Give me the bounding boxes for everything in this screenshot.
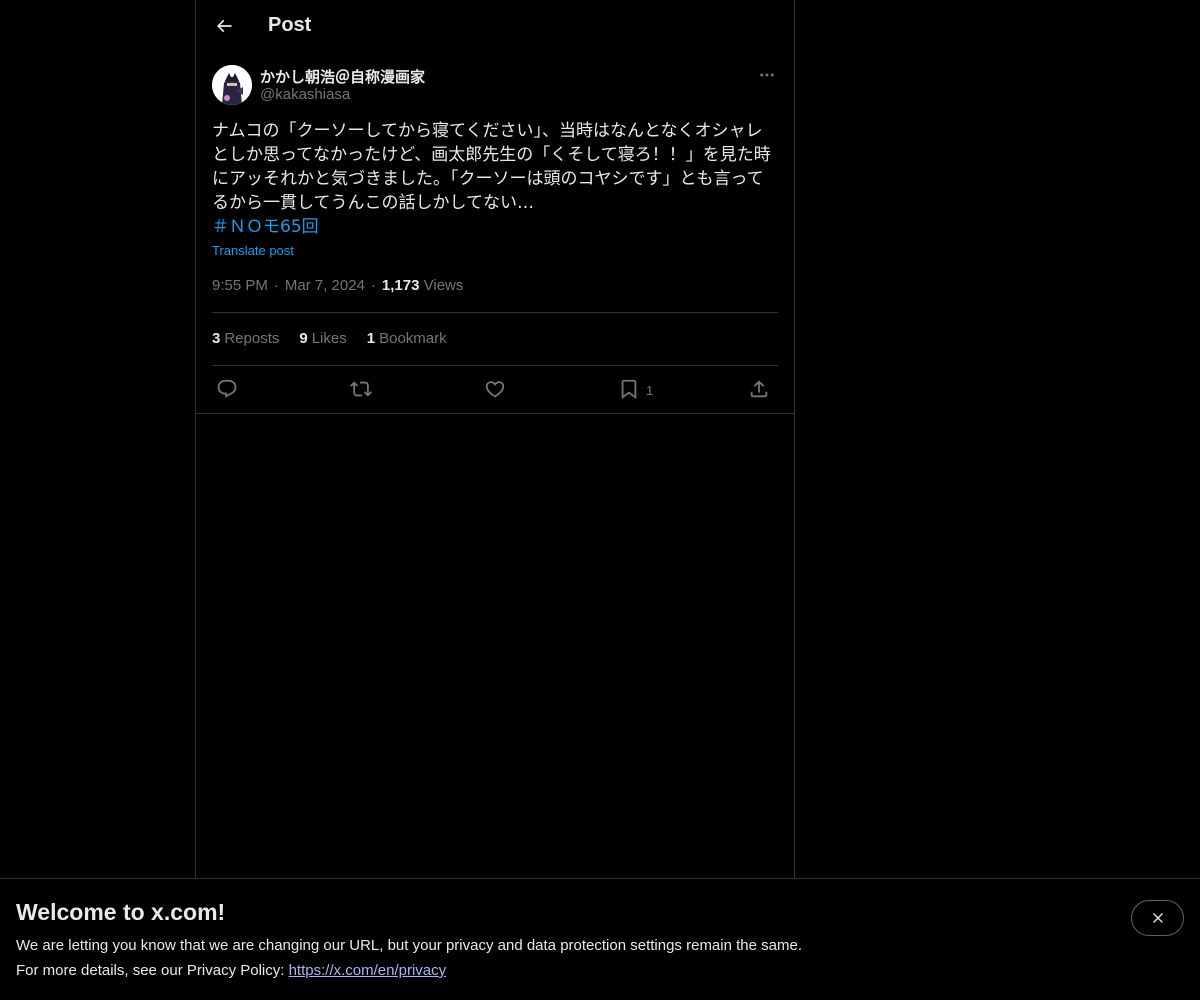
post-text-line: るから一貫してうんこの話しかしてない…	[212, 193, 534, 213]
page-title: Post	[268, 14, 312, 36]
meta-separator: ·	[370, 277, 376, 294]
bookmarks-count: 1	[366, 330, 376, 347]
like-icon	[485, 381, 505, 398]
more-icon	[760, 73, 774, 77]
repost-button[interactable]	[350, 373, 372, 405]
author-handle[interactable]: @kakashiasa	[260, 86, 350, 103]
post-text-line: としか思ってなかったけど、画太郎先生の「くそして寝ろ！！」を見た時	[212, 145, 771, 165]
banner-title: Welcome to x.com!	[16, 899, 226, 925]
bookmarks-stat[interactable]: 1 Bookmark	[367, 330, 447, 347]
bookmark-count: 1	[646, 383, 654, 398]
repost-icon	[350, 381, 372, 397]
likes-stat[interactable]: 9 Likes	[299, 330, 346, 347]
banner-text: We are letting you know that we are chan…	[16, 937, 802, 954]
post-stats: 3 Reposts 9 Likes 1 Bookmark	[212, 330, 447, 347]
privacy-policy-link[interactable]: https://x.com/en/privacy	[289, 962, 447, 979]
author-name[interactable]: かかし朝浩＠自称漫画家	[260, 66, 425, 87]
post-meta: 9:55 PM · Mar 7, 2024 · 1,173 Views	[212, 277, 463, 294]
primary-column: Post かかし朝浩＠自称漫画家 @kakashiasa ナムコの「クーソーして…	[195, 0, 795, 878]
share-icon	[750, 380, 768, 398]
close-banner-button[interactable]	[1131, 900, 1184, 936]
divider	[212, 312, 778, 313]
post-time[interactable]: 9:55 PM	[212, 277, 268, 294]
banner-privacy-text: For more details, see our Privacy Policy…	[16, 962, 446, 979]
divider	[196, 413, 794, 414]
post-actions: 1	[212, 373, 778, 405]
avatar[interactable]	[212, 65, 252, 105]
page-header: Post	[196, 0, 794, 54]
hashtag-link[interactable]: ＃ＮＯモ65回	[212, 215, 319, 239]
translate-post-link[interactable]: Translate post	[212, 243, 294, 258]
reposts-label: Reposts	[224, 330, 280, 347]
close-icon	[1152, 913, 1163, 923]
welcome-banner: Welcome to x.com! We are letting you kno…	[0, 878, 1200, 1000]
bookmark-button[interactable]: 1	[618, 373, 653, 405]
reposts-count: 3	[212, 330, 221, 347]
reposts-stat[interactable]: 3 Reposts	[212, 330, 279, 347]
views-count: 1,173	[381, 277, 420, 294]
views-label: Views	[423, 277, 464, 294]
post-text: ナムコの「クーソーしてから寝てください」、当時はなんとなくオシャレ としか思って…	[212, 119, 778, 215]
more-button[interactable]	[756, 64, 778, 86]
reply-button[interactable]	[216, 373, 238, 405]
post-text-line: ナムコの「クーソーしてから寝てください」、当時はなんとなくオシャレ	[212, 121, 763, 141]
back-arrow-icon	[216, 19, 232, 33]
post-author: かかし朝浩＠自称漫画家 @kakashiasa	[212, 64, 778, 106]
likes-label: Likes	[311, 330, 347, 347]
back-button[interactable]	[207, 9, 241, 43]
post-date[interactable]: Mar 7, 2024	[285, 277, 365, 294]
reply-icon	[217, 379, 237, 398]
post-text-line: にアッそれかと気づきました。「クーソーは頭のコヤシです」とも言って	[212, 169, 764, 189]
bookmark-icon	[621, 379, 637, 400]
share-button[interactable]	[748, 373, 770, 405]
meta-separator: ·	[273, 277, 279, 294]
like-button[interactable]	[484, 373, 506, 405]
likes-count: 9	[299, 330, 308, 347]
bookmarks-label: Bookmark	[379, 330, 447, 347]
banner-privacy-prefix: For more details, see our Privacy Policy…	[16, 962, 289, 979]
divider	[212, 365, 778, 366]
